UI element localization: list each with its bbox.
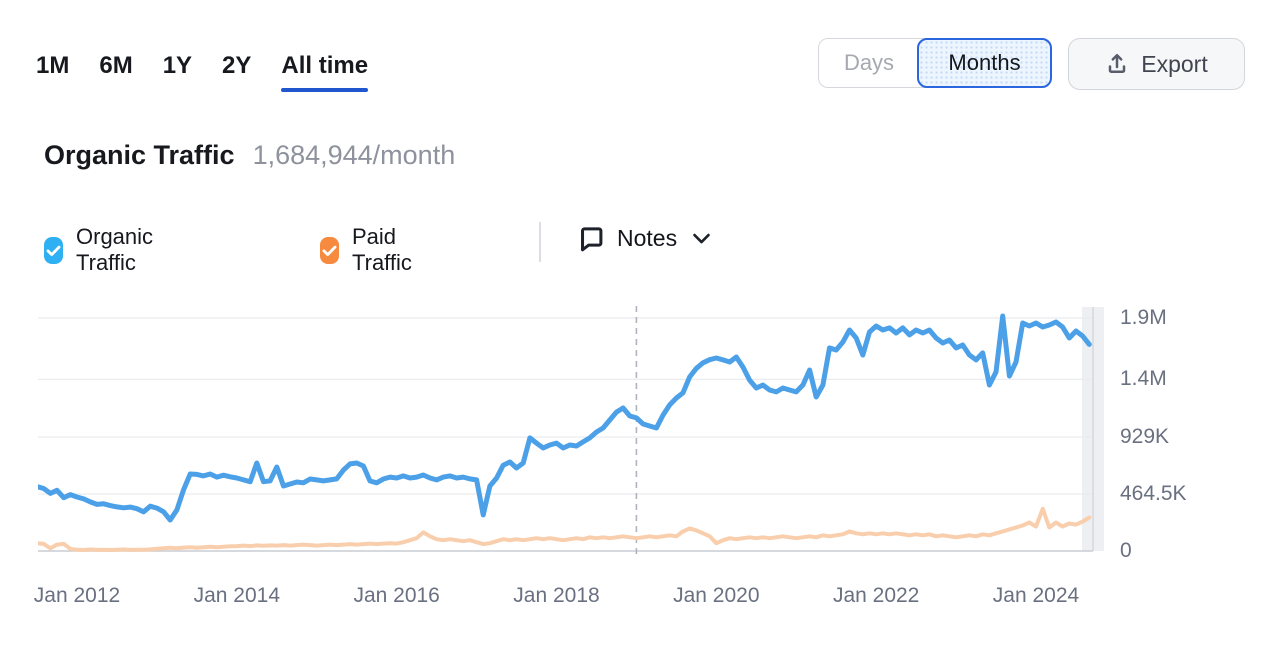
- days-toggle-button[interactable]: Days: [819, 39, 919, 86]
- metric-value: 1,684,944/month: [253, 140, 456, 171]
- tab-1m[interactable]: 1M: [36, 52, 69, 92]
- x-axis-label: Jan 2022: [833, 584, 919, 608]
- x-axis-label: Jan 2016: [353, 584, 439, 608]
- organic-traffic-widget: 1M 6M 1Y 2Y All time Days Months Export …: [0, 0, 1280, 651]
- y-axis-label: 464.5K: [1120, 482, 1187, 506]
- y-axis-label: 929K: [1120, 425, 1169, 449]
- checkmark-icon: [44, 241, 63, 260]
- x-axis-label: Jan 2012: [34, 584, 120, 608]
- y-axis-label: 1.9M: [1120, 306, 1167, 330]
- notes-dropdown[interactable]: Notes: [576, 224, 712, 253]
- metric-title: Organic Traffic: [44, 140, 235, 171]
- months-toggle-button[interactable]: Months: [917, 38, 1052, 88]
- export-button-label: Export: [1141, 51, 1207, 78]
- x-axis-label: Jan 2014: [194, 584, 280, 608]
- tab-all-time[interactable]: All time: [281, 52, 368, 92]
- organic-traffic-toggle[interactable]: Organic Traffic: [44, 224, 161, 276]
- tab-6m[interactable]: 6M: [99, 52, 132, 92]
- x-axis-label: Jan 2020: [673, 584, 759, 608]
- legend-divider: [539, 222, 541, 262]
- checkmark-icon: [320, 241, 339, 260]
- export-button[interactable]: Export: [1068, 38, 1245, 90]
- metric-header: Organic Traffic 1,684,944/month: [44, 140, 455, 171]
- tab-2y[interactable]: 2Y: [222, 52, 251, 92]
- paid-checkbox[interactable]: [320, 237, 339, 264]
- date-range-tabs: 1M 6M 1Y 2Y All time: [36, 52, 368, 92]
- x-axis-label: Jan 2018: [513, 584, 599, 608]
- granularity-toggle: Days Months: [818, 38, 1051, 88]
- paid-traffic-toggle[interactable]: Paid Traffic: [320, 224, 420, 276]
- traffic-chart-svg[interactable]: [38, 303, 1105, 557]
- organic-legend-label: Organic Traffic: [76, 224, 161, 276]
- notes-label: Notes: [617, 225, 677, 252]
- chevron-down-icon: [691, 232, 712, 246]
- tab-1y[interactable]: 1Y: [163, 52, 192, 92]
- organic-checkbox[interactable]: [44, 237, 63, 264]
- x-axis-label: Jan 2024: [993, 584, 1079, 608]
- paid-legend-label: Paid Traffic: [352, 224, 420, 276]
- y-axis-label: 0: [1120, 539, 1132, 563]
- speech-bubble-icon: [576, 224, 605, 253]
- y-axis-label: 1.4M: [1120, 367, 1167, 391]
- upload-icon: [1105, 52, 1129, 76]
